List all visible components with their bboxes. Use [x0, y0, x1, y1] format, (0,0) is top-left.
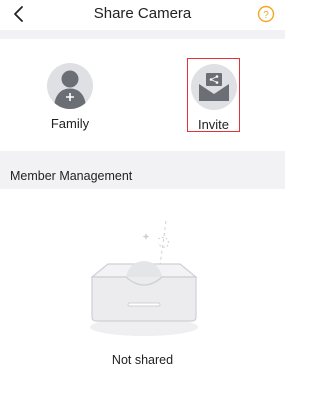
empty-box-icon [90, 220, 198, 336]
share-options-panel: Family Invite [0, 39, 285, 151]
question-circle-icon: ? [257, 5, 275, 23]
empty-state: Not shared [0, 189, 285, 397]
help-button[interactable]: ? [253, 2, 279, 28]
share-option-invite[interactable]: Invite [187, 58, 240, 132]
help-glyph: ? [263, 10, 269, 21]
top-bar: Share Camera ? [0, 0, 285, 30]
share-envelope-icon [198, 73, 229, 101]
member-section-header: Member Management [0, 151, 285, 189]
page-title: Share Camera [93, 5, 192, 22]
share-option-invite-label: Invite [197, 117, 230, 132]
empty-state-text: Not shared [111, 353, 174, 367]
share-option-family[interactable]: Family [40, 58, 100, 133]
family-avatar [47, 63, 93, 109]
share-option-family-label: Family [50, 116, 90, 131]
member-section-title: Member Management [10, 169, 133, 183]
add-member-icon [54, 70, 86, 109]
top-divider-band [0, 30, 285, 39]
invite-avatar [190, 64, 237, 110]
